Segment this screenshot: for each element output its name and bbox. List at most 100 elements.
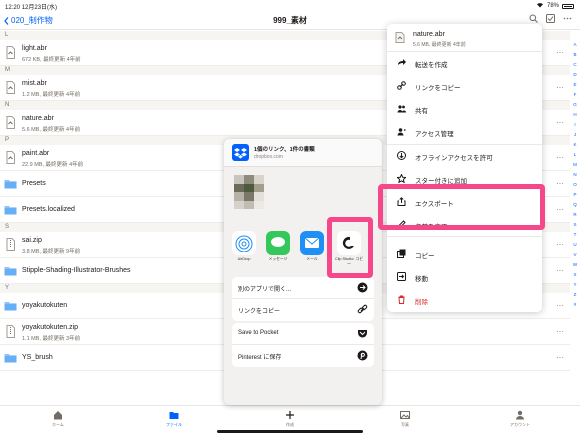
index-letter[interactable]: N — [571, 170, 579, 180]
tab-photo[interactable]: 写真 — [385, 410, 425, 428]
open-in-app-action[interactable]: 別のアプリで開く... — [232, 277, 374, 299]
tab-label: ファイル — [166, 422, 182, 427]
index-letter[interactable]: J — [571, 130, 579, 140]
more-icon[interactable] — [563, 14, 572, 23]
file-meta: 672 KB, 最終更新 4年前 — [22, 57, 81, 63]
index-letter[interactable]: B — [571, 50, 579, 60]
index-letter[interactable]: E — [571, 80, 579, 90]
share-app-mail[interactable]: メール — [297, 231, 327, 262]
file-icon — [4, 81, 17, 94]
menu-file-name: nature.abr — [413, 31, 445, 38]
file-name: Presets — [22, 180, 46, 187]
share-actions-group-2: Save to Pocket Pinterest に保存 — [232, 323, 374, 367]
file-name: paint.abr — [22, 150, 50, 157]
zip-file-icon — [4, 325, 17, 338]
more-options-icon[interactable]: ··· — [556, 240, 564, 249]
tab-label: 作成 — [286, 422, 294, 427]
index-letter[interactable]: C — [571, 60, 579, 70]
menu-item-copy[interactable]: コピー — [387, 243, 542, 266]
file-name: Stipple-Shading-Illustrator-Brushes — [22, 267, 131, 274]
more-options-icon[interactable]: ··· — [556, 48, 564, 57]
pocket-icon — [358, 330, 367, 338]
move-icon — [397, 272, 406, 281]
index-letter[interactable]: Z — [571, 290, 579, 300]
offline-icon — [397, 151, 406, 160]
folder-icon — [4, 177, 17, 190]
file-meta: 1.1 MB, 最終更新 3年前 — [22, 336, 81, 342]
open-in-icon — [357, 282, 368, 293]
index-letter[interactable]: # — [571, 300, 579, 310]
menu-item-access-manage[interactable]: アクセス管理 — [387, 121, 542, 144]
select-icon[interactable] — [546, 14, 555, 23]
tab-plus[interactable]: 作成 — [270, 410, 310, 428]
tab-home[interactable]: ホーム — [38, 410, 78, 428]
status-bar: 12:20 12月23日(水) 78% — [0, 0, 580, 11]
file-name: yoyakutokuten.zip — [22, 324, 79, 331]
index-letter[interactable]: F — [571, 90, 579, 100]
index-letter[interactable]: V — [571, 250, 579, 260]
file-thumbnail — [234, 175, 264, 209]
alphabet-index[interactable]: A B C D E F G H I J K L M N O P Q R S T U V W X Y Z # — [571, 40, 579, 310]
file-icon — [4, 116, 17, 129]
clip-studio-highlight-box — [327, 217, 373, 278]
index-letter[interactable]: M — [571, 160, 579, 170]
share-app-airdrop[interactable]: AirDrop — [229, 231, 259, 261]
index-letter[interactable]: S — [571, 220, 579, 230]
more-options-icon[interactable]: ··· — [556, 118, 564, 127]
more-options-icon[interactable]: ··· — [556, 301, 564, 310]
index-letter[interactable]: K — [571, 140, 579, 150]
access-manage-icon — [397, 127, 406, 136]
file-name: mist.abr — [22, 80, 47, 87]
link-icon — [357, 304, 368, 314]
index-letter[interactable]: G — [571, 100, 579, 110]
menu-item-share-people[interactable]: 共有 — [387, 98, 542, 121]
more-options-icon[interactable]: ··· — [556, 205, 564, 214]
messages-icon — [266, 231, 290, 255]
index-letter[interactable]: Q — [571, 200, 579, 210]
tab-account[interactable]: アカウント — [500, 410, 540, 428]
index-letter[interactable]: D — [571, 70, 579, 80]
file-name: yoyakutokuten — [22, 302, 68, 309]
more-options-icon[interactable]: ··· — [556, 266, 564, 275]
index-letter[interactable]: P — [571, 190, 579, 200]
more-options-icon[interactable]: ··· — [556, 353, 564, 362]
index-letter[interactable]: H — [571, 110, 579, 120]
file-name: sai.zip — [22, 237, 42, 244]
more-options-icon[interactable]: ··· — [556, 327, 564, 336]
index-letter[interactable]: O — [571, 180, 579, 190]
folder-icon — [4, 299, 17, 312]
menu-item-forward[interactable]: 転送を作成 — [387, 52, 542, 75]
plus-icon — [285, 410, 295, 420]
index-letter[interactable]: I — [571, 120, 579, 130]
index-letter[interactable]: W — [571, 260, 579, 270]
index-letter[interactable]: A — [571, 40, 579, 50]
photo-icon — [400, 410, 410, 420]
folder-icon — [4, 264, 17, 277]
tab-folder[interactable]: ファイル — [154, 410, 194, 428]
more-options-icon[interactable]: ··· — [556, 153, 564, 162]
menu-item-move[interactable]: 移動 — [387, 266, 542, 289]
share-sheet-header: 1個のリンク、1件の書類 dropbox.com — [224, 139, 382, 167]
index-letter[interactable]: Y — [571, 280, 579, 290]
menu-item-link[interactable]: リンクをコピー — [387, 75, 542, 98]
share-app-messages[interactable]: メッセージ — [263, 231, 293, 262]
save-to-pinterest-action[interactable]: Pinterest に保存 — [232, 345, 374, 367]
share-subtitle: dropbox.com — [254, 154, 283, 160]
index-letter[interactable]: R — [571, 210, 579, 220]
index-letter[interactable]: L — [571, 150, 579, 160]
copy-link-action[interactable]: リンクをコピー — [232, 299, 374, 321]
more-options-icon[interactable]: ··· — [556, 179, 564, 188]
share-title: 1個のリンク、1件の書類 — [254, 147, 315, 153]
menu-item-label: コピー — [415, 253, 435, 260]
index-letter[interactable]: T — [571, 230, 579, 240]
menu-item-label: 共有 — [415, 108, 428, 115]
file-icon — [4, 151, 17, 164]
index-letter[interactable]: U — [571, 240, 579, 250]
index-letter[interactable]: X — [571, 270, 579, 280]
menu-item-offline[interactable]: オフラインアクセスを許可 — [387, 145, 542, 168]
menu-item-trash[interactable]: 削除 — [387, 289, 542, 312]
save-to-pocket-action[interactable]: Save to Pocket — [232, 323, 374, 345]
more-options-icon[interactable]: ··· — [556, 83, 564, 92]
search-icon[interactable] — [529, 14, 538, 23]
file-meta: 22.9 MB, 最終更新 4年前 — [22, 162, 84, 168]
